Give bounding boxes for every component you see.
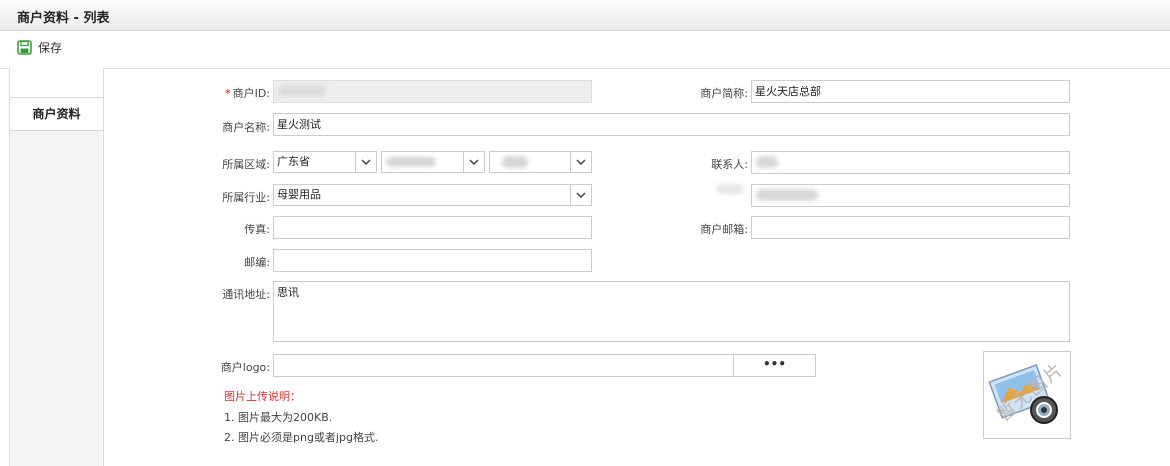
short-name-field[interactable]: 星火天店总部 xyxy=(751,80,1070,103)
required-mark: * xyxy=(225,87,231,100)
city-select[interactable] xyxy=(381,151,485,173)
zipcode-label: 邮编: xyxy=(244,256,270,269)
zipcode-field[interactable] xyxy=(273,249,592,272)
short-name-label: 商户简称: xyxy=(700,87,748,100)
merchant-id-label-text: 商户ID: xyxy=(232,87,270,100)
toolbar: 保存 xyxy=(0,31,1170,69)
province-value: 广东省 xyxy=(277,155,310,168)
save-button[interactable]: 保存 xyxy=(17,39,62,56)
address-textarea[interactable]: 思讯 xyxy=(273,281,1070,342)
redacted-contact xyxy=(756,156,778,168)
redacted-merchant-id xyxy=(278,85,326,97)
sidebar-background xyxy=(10,131,102,466)
logo-path-field[interactable] xyxy=(273,354,734,377)
upload-note-1: 1. 图片最大为200KB. xyxy=(224,411,333,424)
district-select[interactable] xyxy=(489,151,592,173)
fax-field[interactable] xyxy=(273,216,592,239)
province-select[interactable]: 广东省 xyxy=(273,151,377,173)
chevron-down-icon xyxy=(463,152,484,172)
contact-field[interactable] xyxy=(751,151,1070,174)
save-icon xyxy=(17,40,32,55)
email-label: 商户邮箱: xyxy=(700,223,748,236)
email-field[interactable] xyxy=(751,216,1070,239)
merchant-name-field[interactable]: 星火测试 xyxy=(273,113,1070,136)
tab-merchant-info[interactable]: 商户资料 xyxy=(10,98,103,131)
tab-empty[interactable] xyxy=(10,68,103,98)
contact-label: 联系人: xyxy=(711,158,748,171)
chevron-down-icon xyxy=(570,152,591,172)
redacted-phone xyxy=(756,189,818,201)
fax-label: 传真: xyxy=(244,223,270,236)
redacted-district xyxy=(502,156,528,168)
chevron-down-icon xyxy=(355,152,376,172)
sidebar: 商户资料 xyxy=(9,68,104,466)
redacted-phone-label xyxy=(716,184,744,194)
upload-notes-title: 图片上传说明： xyxy=(224,390,301,403)
merchant-id-field[interactable] xyxy=(273,80,592,103)
upload-note-2: 2. 图片必须是png或者jpg格式. xyxy=(224,431,379,444)
logo-preview: 暂无图片 xyxy=(983,351,1071,439)
browse-button[interactable]: ••• xyxy=(733,354,816,377)
industry-label: 所属行业: xyxy=(222,191,270,204)
logo-label: 商户logo: xyxy=(220,361,270,374)
save-label: 保存 xyxy=(38,41,63,55)
merchant-id-label: * 商户ID: xyxy=(200,85,270,101)
page-title: 商户资料 - 列表 xyxy=(17,11,110,26)
chevron-down-icon xyxy=(570,185,591,205)
phone-field[interactable] xyxy=(751,184,1070,207)
industry-select[interactable]: 母婴用品 xyxy=(273,184,592,206)
merchant-name-label: 商户名称: xyxy=(222,121,270,134)
redacted-city xyxy=(386,157,436,167)
industry-value: 母婴用品 xyxy=(277,188,321,201)
address-label: 通讯地址: xyxy=(222,288,270,301)
title-bar: 商户资料 - 列表 xyxy=(0,0,1170,31)
region-label: 所属区域: xyxy=(222,158,270,171)
